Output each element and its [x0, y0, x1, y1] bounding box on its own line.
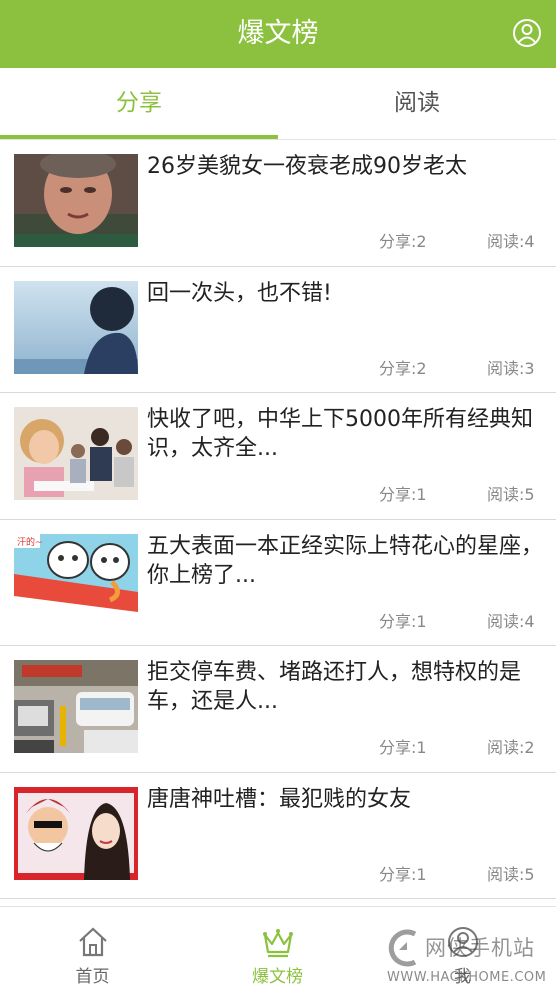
nav-label-ranking: 爆文榜	[252, 967, 303, 987]
article-row[interactable]: 拒交停车费、堵路还打人，想特权的是车，还是人... 分享:1 阅读:2	[0, 646, 556, 773]
tab-bar: 分享 阅读	[0, 68, 556, 140]
share-count: 分享:1	[379, 864, 427, 884]
svg-text:汗的~: 汗的~	[17, 536, 43, 548]
article-thumbnail: 汗的~	[14, 533, 138, 627]
article-thumbnail	[14, 154, 138, 247]
article-title: 五大表面一本正经实际上特花心的星座，你上榜了...	[147, 533, 544, 588]
read-count: 阅读:3	[487, 358, 535, 378]
share-count: 分享:1	[379, 738, 427, 757]
article-title: 快收了吧，中华上下5000年所有经典知识，太齐全...	[147, 407, 533, 461]
site-watermark: 网侠手机站 WWW.HACKHOME.COM	[385, 928, 553, 990]
crown-icon	[263, 929, 293, 958]
app-header: 爆文榜	[0, 0, 556, 68]
article-row[interactable]: 快收了吧，中华上下5000年所有经典知识，太齐全... 分享:1 阅读:5	[0, 393, 556, 520]
nav-label-home: 首页	[75, 967, 110, 987]
article-thumbnail	[14, 280, 138, 374]
article-row[interactable]: 26岁美貌女一夜衰老成90岁老太 分享:2 阅读:4	[0, 140, 556, 267]
read-count: 阅读:2	[487, 738, 535, 757]
article-row[interactable]: 唐唐神吐槽：最犯贱的女友 分享:1 阅读:5	[0, 773, 556, 899]
article-title: 回一次头，也不错!	[147, 280, 332, 306]
share-count: 分享:2	[379, 358, 427, 378]
article-row[interactable]: 汗的~ 五大表面一本正经实际上特花心的星座，你上榜了... 分享:1 阅读:4	[0, 520, 556, 646]
watermark-text: 网侠手机站	[425, 936, 535, 960]
read-count: 阅读:5	[487, 485, 535, 504]
share-count: 分享:2	[379, 232, 427, 251]
article-list: 26岁美貌女一夜衰老成90岁老太 分享:2 阅读:4 回一次头，也不错! 分享:…	[0, 140, 556, 899]
tab-share[interactable]: 分享	[0, 68, 278, 140]
watermark-logo-icon	[388, 929, 417, 967]
nav-item-home[interactable]: 首页	[0, 907, 185, 993]
article-title: 唐唐神吐槽：最犯贱的女友	[147, 786, 412, 812]
article-thumbnail	[14, 660, 138, 753]
article-thumbnail	[14, 786, 138, 880]
read-count: 阅读:4	[487, 611, 535, 631]
user-profile-button[interactable]	[512, 18, 542, 48]
read-count: 阅读:5	[487, 864, 535, 884]
page-title: 爆文榜	[237, 18, 319, 49]
share-count: 分享:1	[379, 611, 427, 631]
share-count: 分享:1	[379, 485, 427, 504]
article-title: 26岁美貌女一夜衰老成90岁老太	[147, 154, 467, 179]
home-icon	[79, 927, 107, 957]
tab-read[interactable]: 阅读	[278, 68, 556, 140]
active-tab-indicator	[0, 135, 278, 139]
article-row[interactable]: 回一次头，也不错! 分享:2 阅读:3	[0, 267, 556, 393]
article-title: 拒交停车费、堵路还打人，想特权的是车，还是人...	[147, 660, 522, 714]
user-circle-icon	[513, 19, 541, 47]
watermark-url: WWW.HACKHOME.COM	[387, 970, 547, 985]
read-count: 阅读:4	[487, 232, 535, 251]
article-thumbnail	[14, 407, 138, 500]
nav-item-ranking[interactable]: 爆文榜	[185, 907, 370, 993]
